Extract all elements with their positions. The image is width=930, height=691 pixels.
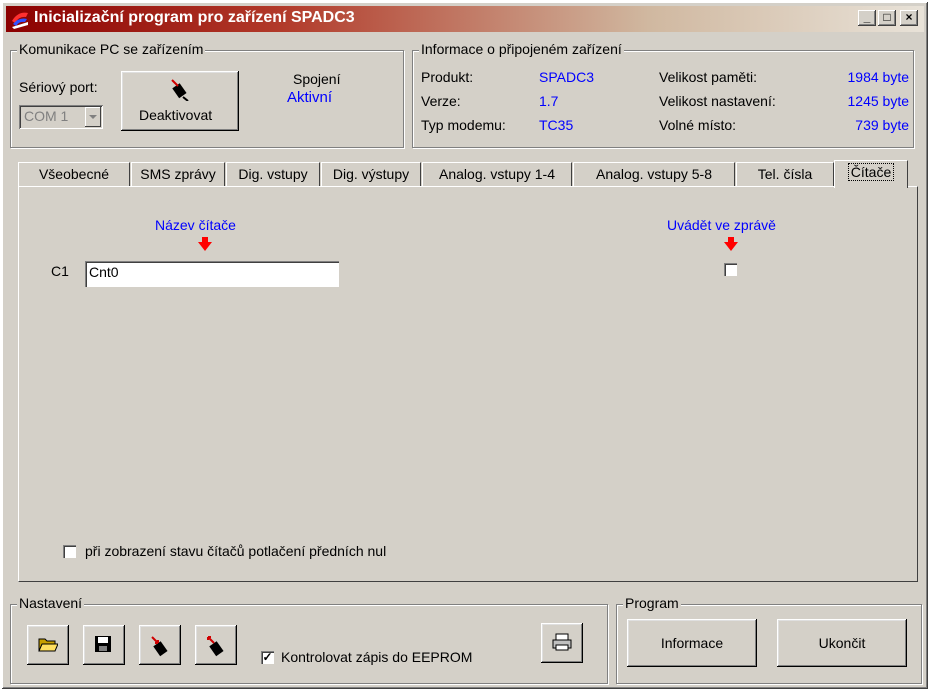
settings-group: Nastavení ✓ Kontrolovat zápis do EEPROM: [10, 595, 608, 684]
eeprom-check-label: Kontrolovat zápis do EEPROM: [281, 649, 473, 665]
serial-port-value: COM 1: [24, 108, 69, 124]
save-disk-icon: [95, 636, 111, 652]
memory-size-value: 1984 byte: [847, 69, 910, 85]
dropdown-button[interactable]: [85, 107, 101, 127]
tab-analog-inputs-1-4[interactable]: Analog. vstupy 1-4: [422, 162, 572, 187]
upload-icon: [151, 636, 168, 657]
title-bar[interactable]: Inicializační program pro zařízení SPADC…: [6, 6, 924, 32]
device-info-title: Informace o připojeném zařízení: [419, 41, 624, 57]
version-label: Verze:: [421, 93, 461, 109]
settings-size-label: Velikost nastavení:: [659, 93, 776, 109]
connector-icon: [171, 79, 189, 101]
deactivate-button[interactable]: Deaktivovat: [121, 71, 239, 131]
device-info-group: Informace o připojeném zařízení Produkt:…: [412, 41, 914, 148]
settings-group-title: Nastavení: [17, 595, 85, 611]
minimize-button[interactable]: _: [858, 10, 876, 26]
connection-status: Aktivní: [287, 89, 333, 106]
open-folder-icon: [38, 638, 58, 652]
comm-group: Komunikace PC se zařízením Sériový port:…: [10, 41, 404, 148]
tab-analog-inputs-5-8[interactable]: Analog. vstupy 5-8: [573, 162, 735, 187]
suppress-zeros-label: při zobrazení stavu čítačů potlačení pře…: [85, 543, 387, 559]
close-button[interactable]: ×: [900, 10, 918, 26]
download-icon: [207, 636, 224, 657]
tab-digital-inputs[interactable]: Dig. vstupy: [226, 162, 320, 187]
tab-general[interactable]: Všeobecné: [18, 162, 130, 187]
counters-panel: Název čítače Uvádět ve zprávě C1 Cnt0 př…: [18, 186, 918, 582]
tab-counters-label: Čítače: [847, 163, 895, 181]
eeprom-check-checkbox[interactable]: ✓: [261, 651, 274, 664]
tab-counters[interactable]: Čítače: [834, 160, 908, 188]
product-value: SPADC3: [539, 69, 594, 85]
modem-type-value: TC35: [539, 117, 574, 133]
report-header: Uvádět ve zprávě: [667, 217, 776, 233]
app-icon: [12, 12, 28, 29]
save-button[interactable]: [83, 625, 125, 665]
window-title: Inicializační program pro zařízení SPADC…: [34, 9, 355, 26]
tab-phone-numbers[interactable]: Tel. čísla: [736, 162, 834, 187]
tab-sms[interactable]: SMS zprávy: [131, 162, 225, 187]
free-space-label: Volné místo:: [659, 117, 737, 133]
serial-port-select[interactable]: COM 1: [19, 105, 103, 129]
modem-type-label: Typ modemu:: [421, 117, 506, 133]
program-group: Program Informace Ukončit: [616, 595, 922, 684]
tab-strip: Všeobecné SMS zprávy Dig. vstupy Dig. vý…: [18, 160, 916, 188]
free-space-value: 739 byte: [855, 117, 909, 133]
deactivate-label: Deaktivovat: [139, 107, 213, 123]
version-value: 1.7: [539, 93, 559, 109]
serial-port-label: Sériový port:: [19, 79, 98, 95]
down-arrow-icon-head: [198, 242, 212, 251]
down-arrow-icon-head: [724, 242, 738, 251]
report-in-message-checkbox[interactable]: [724, 263, 737, 276]
upload-button[interactable]: [139, 625, 181, 665]
download-button[interactable]: [195, 625, 237, 665]
counter-name-header: Název čítače: [155, 217, 236, 233]
maximize-button[interactable]: □: [878, 10, 896, 26]
memory-size-label: Velikost paměti:: [659, 69, 758, 85]
settings-size-value: 1245 byte: [847, 93, 910, 109]
suppress-zeros-checkbox[interactable]: [63, 545, 76, 558]
tab-digital-outputs[interactable]: Dig. výstupy: [321, 162, 421, 187]
chevron-down-icon: [89, 115, 97, 119]
product-label: Produkt:: [421, 69, 474, 85]
program-group-title: Program: [623, 595, 681, 611]
connection-label: Spojení: [293, 71, 341, 87]
quit-button[interactable]: Ukončit: [777, 619, 907, 667]
counter-name-input[interactable]: Cnt0: [85, 261, 339, 287]
main-window: Inicializační program pro zařízení SPADC…: [2, 2, 928, 689]
print-button[interactable]: [541, 623, 583, 663]
comm-group-title: Komunikace PC se zařízením: [17, 41, 206, 57]
open-button[interactable]: [27, 625, 69, 665]
printer-icon: [552, 633, 572, 651]
info-button[interactable]: Informace: [627, 619, 757, 667]
counter-row-label: C1: [51, 263, 69, 279]
